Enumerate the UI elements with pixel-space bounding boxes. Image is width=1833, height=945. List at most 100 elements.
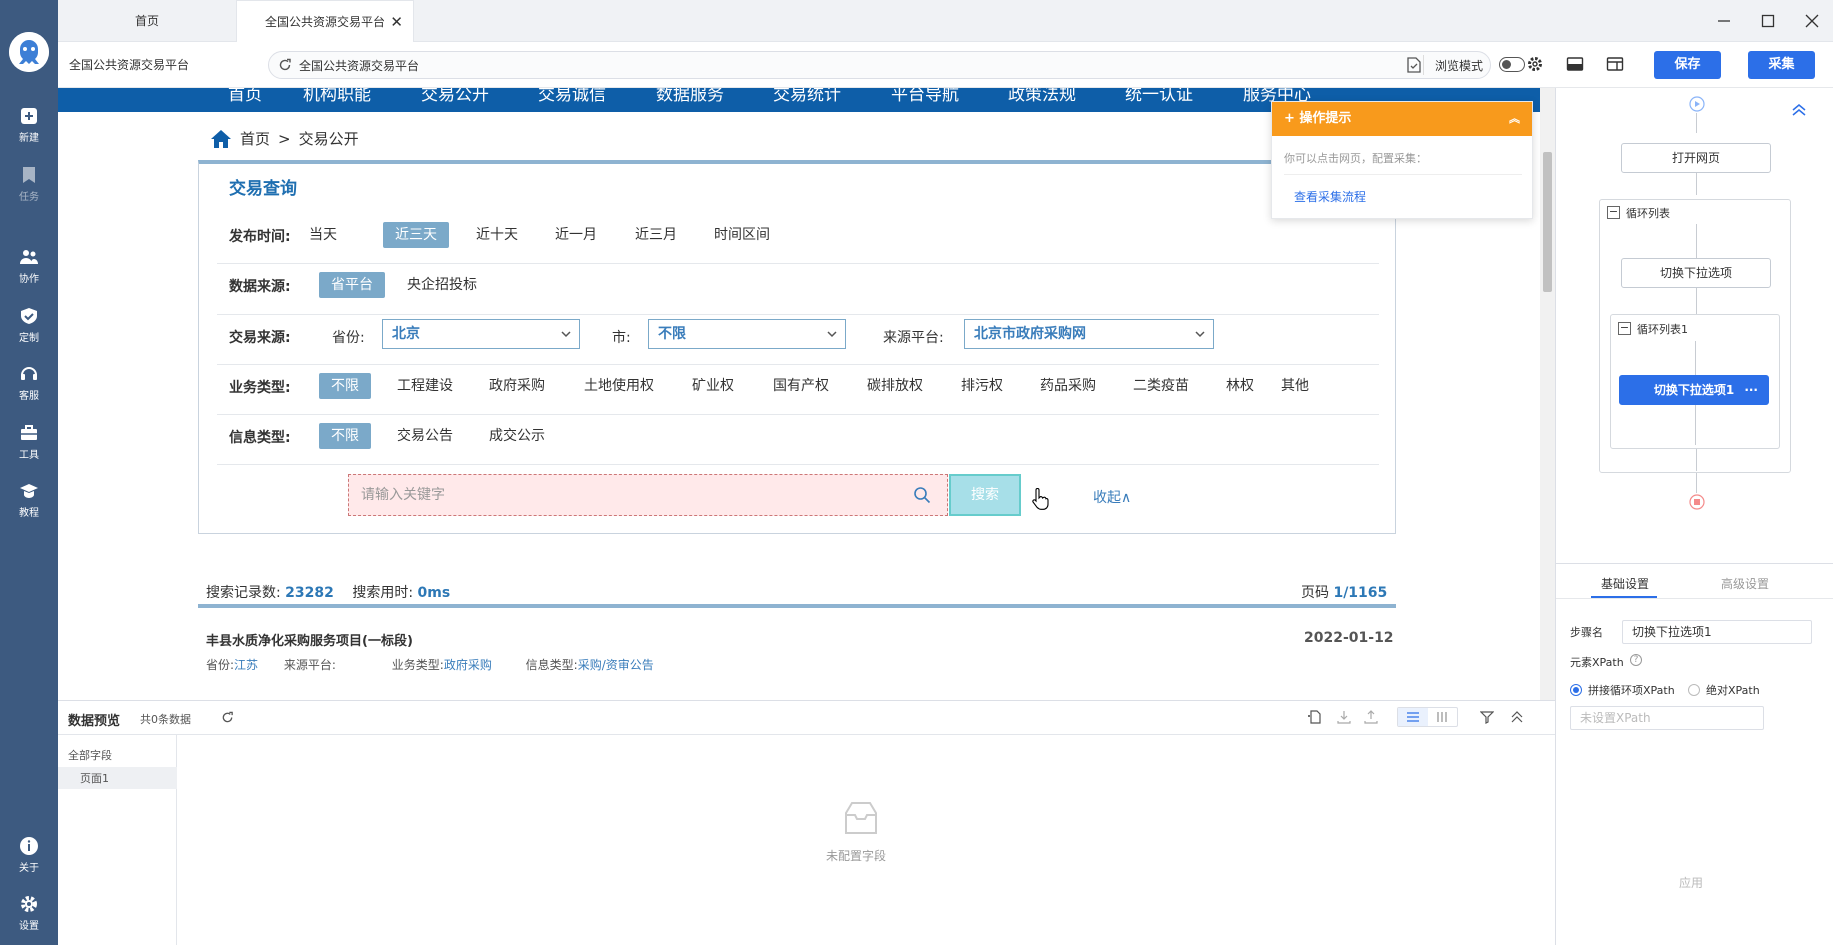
list-view-icon[interactable] xyxy=(1398,708,1428,726)
nav-item[interactable]: 交易诚信 xyxy=(538,88,606,105)
search-icon[interactable] xyxy=(913,486,931,504)
sidebar-item-support[interactable]: 客服 xyxy=(0,364,58,402)
time-option-10days[interactable]: 近十天 xyxy=(464,222,530,248)
sidebar-item-collab[interactable]: 协作 xyxy=(0,247,58,285)
time-option-range[interactable]: 时间区间 xyxy=(702,222,782,248)
info-option[interactable]: 交易公告 xyxy=(385,423,465,449)
upload-icon[interactable] xyxy=(1364,710,1378,724)
all-fields-item[interactable]: 全部字段 xyxy=(68,747,112,763)
step-name-input[interactable]: 切换下拉选项1 xyxy=(1622,620,1812,644)
tab-advanced-settings[interactable]: 高级设置 xyxy=(1721,575,1769,592)
time-option-3months[interactable]: 近三月 xyxy=(623,222,689,248)
refresh-icon[interactable] xyxy=(221,711,234,724)
search-button[interactable]: 搜索 xyxy=(949,474,1021,516)
apply-button[interactable]: 应用 xyxy=(1679,874,1703,891)
biz-option[interactable]: 碳排放权 xyxy=(855,373,935,399)
flow-node-switch-dropdown1[interactable]: 切换下拉选项1 ··· xyxy=(1619,375,1769,405)
flow-node-open-page[interactable]: 打开网页 xyxy=(1621,143,1771,173)
sidebar-item-tasks[interactable]: 任务 xyxy=(0,165,58,203)
nav-item[interactable]: 交易公开 xyxy=(421,88,489,105)
biz-option[interactable]: 工程建设 xyxy=(385,373,465,399)
flow-node-switch-dropdown[interactable]: 切换下拉选项 xyxy=(1621,258,1771,288)
platform-select[interactable]: 北京市政府采购网 xyxy=(964,319,1214,349)
collapse-loop-icon[interactable]: − xyxy=(1618,322,1631,335)
refresh-icon[interactable] xyxy=(278,58,292,72)
breadcrumb-home[interactable]: 首页 xyxy=(240,128,270,149)
collapse-up-icon[interactable] xyxy=(1511,710,1523,724)
time-option-3days[interactable]: 近三天 xyxy=(383,222,449,248)
nav-item[interactable]: 机构职能 xyxy=(303,88,371,105)
tab-basic-settings[interactable]: 基础设置 xyxy=(1601,575,1649,592)
source-option-soe[interactable]: 央企招投标 xyxy=(395,272,489,298)
collect-button[interactable]: 采集 xyxy=(1748,51,1815,79)
biz-option[interactable]: 药品采购 xyxy=(1028,373,1108,399)
loop-list-block[interactable]: − 循环列表 切换下拉选项 − 循环列表1 切换下拉选项1 ··· xyxy=(1599,199,1791,473)
xpath-input[interactable]: 未设置XPath xyxy=(1570,706,1764,730)
nav-item[interactable]: 统一认证 xyxy=(1125,88,1193,105)
browse-mode-toggle[interactable] xyxy=(1499,57,1525,72)
add-field-icon[interactable] xyxy=(1308,710,1322,724)
info-option-any[interactable]: 不限 xyxy=(319,423,371,449)
more-icon[interactable]: ··· xyxy=(1744,376,1758,404)
sidebar-item-tutorial[interactable]: 教程 xyxy=(0,481,58,519)
sidebar-item-new[interactable]: 新建 xyxy=(0,106,58,144)
radio-absolute-xpath[interactable] xyxy=(1688,684,1700,696)
collapse-chevron-icon[interactable]: ︽ xyxy=(1509,102,1520,136)
nav-item[interactable]: 首页 xyxy=(228,88,262,105)
info-option[interactable]: 成交公示 xyxy=(477,423,557,449)
page-scrollbar[interactable] xyxy=(1540,88,1555,700)
minimize-icon[interactable] xyxy=(1711,8,1737,34)
view-flow-link[interactable]: 查看采集流程 xyxy=(1294,188,1366,205)
maximize-icon[interactable] xyxy=(1755,8,1781,34)
flow-connector xyxy=(1696,173,1697,195)
radio-concat-xpath[interactable] xyxy=(1570,684,1582,696)
sidebar-item-label: 任务 xyxy=(19,192,39,203)
layout-side-icon[interactable] xyxy=(1606,55,1626,75)
filter-icon[interactable] xyxy=(1480,710,1494,724)
sidebar-item-about[interactable]: 关于 xyxy=(0,836,58,874)
save-button[interactable]: 保存 xyxy=(1654,51,1721,79)
page-source-icon[interactable] xyxy=(1407,57,1421,73)
collapse-loop-icon[interactable]: − xyxy=(1607,206,1620,219)
collapse-link[interactable]: 收起∧ xyxy=(1093,487,1131,507)
nav-item[interactable]: 平台导航 xyxy=(891,88,959,105)
city-select[interactable]: 不限 xyxy=(648,319,846,349)
biz-option[interactable]: 二类疫苗 xyxy=(1121,373,1201,399)
loop-list1-block[interactable]: − 循环列表1 切换下拉选项1 ··· xyxy=(1610,314,1780,449)
sidebar-item-custom[interactable]: 定制 xyxy=(0,306,58,344)
time-option-today[interactable]: 当天 xyxy=(297,222,349,248)
tab-home[interactable]: 首页 xyxy=(58,0,236,42)
source-option-province[interactable]: 省平台 xyxy=(319,272,385,298)
layout-bottom-icon[interactable] xyxy=(1566,55,1586,75)
download-icon[interactable] xyxy=(1337,710,1351,724)
biz-option[interactable]: 国有产权 xyxy=(761,373,841,399)
url-field[interactable]: 全国公共资源交易平台 浏览模式 xyxy=(268,51,1525,79)
province-select[interactable]: 北京 xyxy=(382,319,580,349)
column-view-icon[interactable] xyxy=(1428,708,1458,726)
nav-item[interactable]: 政策法规 xyxy=(1008,88,1076,105)
home-icon[interactable] xyxy=(210,129,232,149)
biz-option[interactable]: 其他 xyxy=(1269,373,1321,399)
biz-option-any[interactable]: 不限 xyxy=(319,373,371,399)
biz-option[interactable]: 林权 xyxy=(1214,373,1266,399)
keyword-input[interactable] xyxy=(349,475,889,515)
scrollbar-thumb[interactable] xyxy=(1543,152,1552,292)
close-window-icon[interactable] xyxy=(1799,8,1825,34)
biz-option[interactable]: 矿业权 xyxy=(680,373,746,399)
settings-icon[interactable] xyxy=(1526,55,1546,75)
data-source-label: 数据来源: xyxy=(229,279,291,295)
tab-current-site[interactable]: 全国公共资源交易平台 ✕ xyxy=(236,0,414,42)
nav-item[interactable]: 数据服务 xyxy=(656,88,724,105)
sidebar-item-settings[interactable]: 设置 xyxy=(0,894,58,932)
result-title[interactable]: 丰县水质净化采购服务项目(一标段) xyxy=(206,630,413,649)
biz-option[interactable]: 土地使用权 xyxy=(572,373,666,399)
help-icon[interactable]: ? xyxy=(1630,654,1642,666)
close-tab-icon[interactable]: ✕ xyxy=(390,1,403,43)
biz-option[interactable]: 政府采购 xyxy=(477,373,557,399)
biz-option[interactable]: 排污权 xyxy=(949,373,1015,399)
nav-item[interactable]: 交易统计 xyxy=(773,88,841,105)
collapse-panel-icon[interactable] xyxy=(1792,103,1806,117)
time-option-1month[interactable]: 近一月 xyxy=(543,222,609,248)
sidebar-item-tools[interactable]: 工具 xyxy=(0,423,58,461)
page1-item[interactable]: 页面1 xyxy=(58,767,177,789)
